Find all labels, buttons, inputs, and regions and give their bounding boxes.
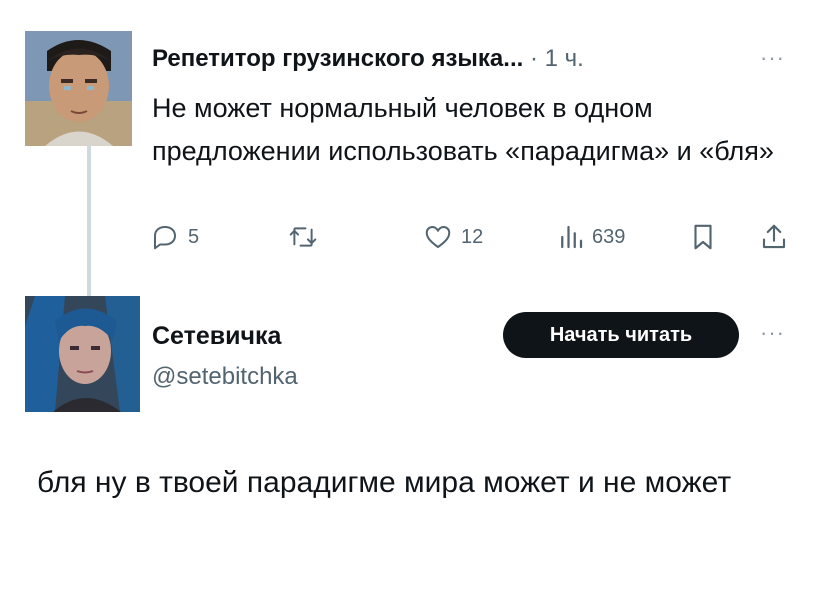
reply-icon — [154, 226, 176, 250]
views-count: 639 — [592, 225, 626, 248]
author-name[interactable]: Репетитор грузинского языка... — [152, 45, 523, 72]
avatar-image-icon — [25, 296, 140, 412]
tweet2-text: бля ну в твоей парадигме мира может и не… — [37, 466, 732, 499]
bookmark-button[interactable] — [690, 222, 716, 252]
share-icon — [762, 224, 786, 249]
like-button[interactable]: 12 — [423, 222, 483, 252]
avatar[interactable] — [25, 296, 140, 412]
more-options-icon[interactable]: ··· — [760, 322, 785, 344]
views-button[interactable]: 639 — [558, 222, 625, 252]
avatar-image-icon — [25, 31, 132, 146]
like-icon — [425, 226, 451, 248]
avatar[interactable] — [25, 31, 132, 146]
tweet-actions: 5 12 639 — [0, 222, 832, 258]
timestamp[interactable]: · 1 ч. — [530, 45, 584, 72]
thread-line — [87, 146, 91, 296]
more-options-icon[interactable]: ··· — [760, 47, 785, 69]
retweet-icon — [289, 227, 317, 247]
author-name[interactable]: Сетевичка — [152, 321, 281, 351]
reply-button[interactable]: 5 — [150, 222, 199, 252]
tweet1-text: Не может нормальный человек в одном пред… — [152, 93, 774, 166]
reply-count: 5 — [188, 225, 200, 248]
share-button[interactable] — [760, 222, 788, 252]
like-count: 12 — [461, 225, 484, 248]
page: Репетитор грузинского языка... · 1 ч. ··… — [0, 0, 832, 600]
follow-button[interactable]: Начать читать — [503, 312, 739, 358]
author-handle[interactable]: @setebitchka — [152, 362, 298, 392]
bookmark-icon — [694, 224, 712, 250]
retweet-button[interactable] — [287, 222, 319, 252]
views-icon — [561, 225, 583, 249]
tweet1-header: Репетитор грузинского языка... · 1 ч. — [152, 44, 584, 74]
